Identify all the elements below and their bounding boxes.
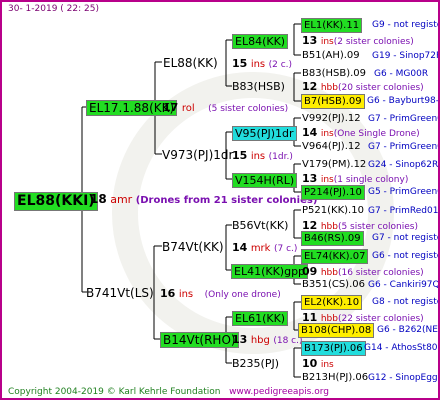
node-b235[interactable]: B235(PJ) <box>232 357 279 370</box>
note: (1 single colony) <box>333 175 409 185</box>
node-b83[interactable]: B83(HSB) <box>232 80 285 93</box>
gen-number: 09 <box>302 265 318 278</box>
node-b56[interactable]: B56Vt(KK) <box>232 219 288 232</box>
node-v95-meta: 14 ins(One Single Drone) <box>302 126 420 141</box>
note: (20 sister colonies) <box>337 83 424 93</box>
node-b14vt-meta: 13 hbg (18 c.) <box>232 333 303 348</box>
root-note: (Drones from 21 sister colonies) <box>135 195 318 206</box>
root-gen: 18 <box>90 192 107 206</box>
node-b74vt-meta: 14 mrk (7 c.) <box>232 241 297 256</box>
leaf-id[interactable]: B351(CS).06 <box>302 278 365 291</box>
node-b741-meta: 16 ins (Only one drone) <box>160 287 281 302</box>
leaf-info: G24 - Sinop62R <box>368 160 439 170</box>
leaf-info: G6 - MG00R <box>374 69 429 79</box>
node-el88kk-meta: 15 ins (2 c.) <box>232 57 292 72</box>
leaf-id[interactable]: V992(PJ).12 <box>302 112 361 125</box>
leaf-id[interactable]: B83(HSB).09 <box>302 67 366 80</box>
leaf-id[interactable]: P214(PJ).10 <box>301 185 365 200</box>
leaf-info: G5 - PrimGreen00 <box>368 187 438 197</box>
leaf-info: G7 - PrimRed01 <box>368 206 439 216</box>
gen-number: 16 <box>160 287 176 300</box>
leaf-id[interactable]: B46(RS).09 <box>301 231 364 246</box>
gen-number: 15 <box>232 149 248 162</box>
note: (1dr.) <box>268 152 293 162</box>
root-meta: 18 amr (Drones from 21 sister colonies) <box>90 193 317 207</box>
node-el17-meta: 17 rol (5 sister colonies) <box>163 101 288 116</box>
leaf-id[interactable]: V964(PJ).12 <box>302 140 361 153</box>
suffix: ins <box>178 289 194 300</box>
node-v95[interactable]: V95(PJ)1dr <box>232 126 297 141</box>
suffix: hbb <box>320 83 338 93</box>
node-v154[interactable]: V154H(RL) <box>232 173 298 188</box>
node-b14vt[interactable]: B14Vt(RHO) <box>160 332 239 348</box>
note: (2 c.) <box>268 60 293 70</box>
node-el88kk[interactable]: EL88(KK) <box>163 56 218 70</box>
node-el84-meta: 13 ins(2 sister colonies) <box>302 34 414 49</box>
gen-number: 15 <box>232 57 248 70</box>
leaf-info: G6 - not registe <box>372 251 440 261</box>
leaf-id[interactable]: B51(AH).09 <box>302 49 360 62</box>
suffix: ins <box>320 129 334 139</box>
leaf-id[interactable]: EL74(KK).07 <box>301 249 369 264</box>
leaf-info: G19 - Sinop72R <box>372 51 440 61</box>
node-v973[interactable]: V973(PJ)1dr <box>162 148 233 162</box>
suffix: ins <box>320 175 334 185</box>
copyright-text: Copyright 2004-2019 © Karl Kehrle Founda… <box>8 387 221 397</box>
suffix: ins <box>250 151 266 162</box>
suffix: hbb <box>320 268 338 278</box>
leaf-id[interactable]: B108(CHP).08 <box>298 323 375 338</box>
footer: Copyright 2004-2019 © Karl Kehrle Founda… <box>8 387 329 397</box>
leaf-info: G7 - PrimGreen00 <box>368 142 438 152</box>
gen-number: 12 <box>302 80 318 93</box>
gen-number: 10 <box>302 357 318 370</box>
leaf-info: G7 - PrimGreen00 <box>368 114 438 124</box>
site-link[interactable]: www.pedigreeapis.org <box>229 387 329 397</box>
node-b83-meta: 12 hbb(20 sister colonies) <box>302 80 424 95</box>
gen-number: 13 <box>302 34 318 47</box>
leaf-info: G14 - AthosSt80R <box>364 343 440 353</box>
leaf-id[interactable]: V179(PM).12 <box>302 158 366 171</box>
leaf-info: G7 - not registe <box>372 233 440 243</box>
suffix: hbg <box>250 335 270 346</box>
note: (16 sister colonies) <box>337 268 424 278</box>
note: (5 sister colonies) <box>208 104 289 114</box>
suffix: ins <box>250 59 266 70</box>
leaf-info: G6 - Bayburt98-3 <box>367 96 440 106</box>
note: (2 sister colonies) <box>333 37 414 47</box>
note: (7 c.) <box>273 244 298 254</box>
pedigree-frame: 30- 1-2019 ( 22: 25) EL88(KKI) 18 amr (D… <box>0 0 440 400</box>
leaf-info: G9 - not registe <box>372 20 440 30</box>
leaf-id[interactable]: B173(PJ).06 <box>301 341 366 356</box>
gen-number: 13 <box>232 333 248 346</box>
suffix: mrk <box>250 243 271 254</box>
leaf-id[interactable]: B7(HSB).09 <box>301 94 365 109</box>
node-b741[interactable]: B741Vt(LS) <box>86 286 154 300</box>
leaf-id[interactable]: B213H(PJ).06 <box>302 371 368 384</box>
leaf-info: G8 - not registe <box>372 297 440 307</box>
timestamp: 30- 1-2019 ( 22: 25) <box>8 4 99 14</box>
leaf-id[interactable]: EL1(KK).11 <box>301 18 363 33</box>
node-b74vt[interactable]: B74Vt(KK) <box>162 240 224 254</box>
root-queen[interactable]: EL88(KKI) <box>14 192 98 211</box>
node-v973-meta: 15 ins (1dr.) <box>232 149 293 164</box>
node-el41[interactable]: EL41(KK)gpp <box>231 264 309 279</box>
note: (Only one drone) <box>204 290 281 300</box>
leaf-info: G6 - Cankiri97Q <box>368 280 440 290</box>
node-el84[interactable]: EL84(KK) <box>232 34 289 49</box>
note: (One Single Drone) <box>333 129 420 139</box>
leaf-id[interactable]: EL2(KK).10 <box>301 295 363 310</box>
root-suffix: amr <box>110 193 133 206</box>
suffix: ins <box>320 360 334 370</box>
leaf-info: G6 - B262(NE) <box>377 325 440 335</box>
node-el61[interactable]: EL61(KK) <box>232 311 289 326</box>
gen-number: 14 <box>232 241 248 254</box>
node-b235-meta: 10 ins <box>302 357 334 372</box>
gen-number: 14 <box>302 126 318 139</box>
gen-number: 13 <box>302 172 318 185</box>
suffix: rol <box>181 103 195 114</box>
suffix: ins <box>320 37 334 47</box>
leaf-id[interactable]: P521(KK).10 <box>302 204 364 217</box>
leaf-info: G12 - SinopEgg86R <box>368 373 438 383</box>
gen-number: 17 <box>163 101 179 114</box>
